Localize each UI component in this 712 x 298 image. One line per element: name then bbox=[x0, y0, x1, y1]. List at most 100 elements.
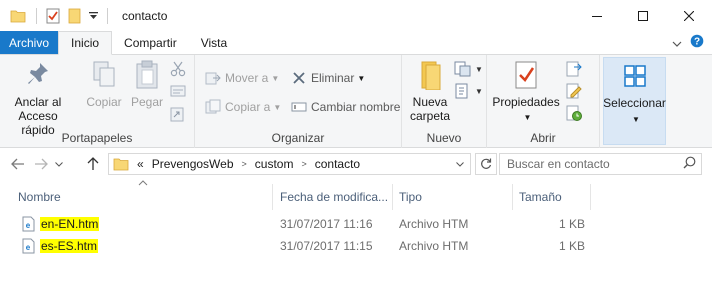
ribbon-tabs: Archivo Inicio Compartir Vista ? bbox=[0, 31, 712, 55]
minimize-button[interactable] bbox=[574, 0, 620, 32]
group-organizar: Mover a ▼ Copiar a ▼ Eliminar ▼ Cambiar … bbox=[195, 55, 402, 148]
address-bar[interactable]: « PrevengosWeb > custom > contacto bbox=[108, 153, 471, 175]
paste-icon bbox=[131, 59, 163, 91]
tab-compartir[interactable]: Compartir bbox=[112, 31, 189, 54]
group-label-organizar: Organizar bbox=[271, 131, 325, 145]
new-folder-button[interactable]: Nueva carpeta bbox=[408, 59, 452, 123]
breadcrumb-overflow[interactable]: « bbox=[137, 157, 144, 171]
open-icon[interactable] bbox=[565, 61, 583, 80]
copy-path-icon[interactable] bbox=[170, 84, 188, 102]
paste-label: Pegar bbox=[130, 95, 164, 109]
column-header-nombre[interactable]: Nombre bbox=[18, 184, 61, 210]
back-button[interactable] bbox=[7, 153, 29, 175]
quick-access-toolbar bbox=[0, 0, 114, 32]
html-file-icon: e bbox=[21, 216, 35, 232]
help-icon[interactable]: ? bbox=[690, 34, 704, 51]
folder-icon[interactable] bbox=[8, 6, 28, 26]
paste-button[interactable]: Pegar bbox=[128, 59, 166, 109]
breadcrumb-custom[interactable]: custom bbox=[255, 157, 294, 171]
pin-quick-access-button[interactable]: Anclar al Acceso rápido bbox=[6, 59, 70, 137]
properties-button[interactable]: Propiedades ▼ bbox=[492, 59, 560, 125]
refresh-icon bbox=[481, 158, 492, 169]
chevron-down-icon: ▼ bbox=[357, 73, 366, 83]
chevron-down-icon: ▼ bbox=[271, 73, 280, 83]
file-name: en-EN.htm bbox=[40, 217, 100, 231]
search-box[interactable]: Buscar en contacto bbox=[499, 153, 702, 175]
group-seleccionar[interactable]: Seleccionar ▼ bbox=[603, 57, 666, 145]
select-grid-icon bbox=[619, 60, 651, 92]
file-date: 31/07/2017 11:16 bbox=[280, 217, 373, 231]
copy-label: Copiar bbox=[86, 95, 122, 109]
delete-label: Eliminar bbox=[311, 71, 355, 85]
select-label: Seleccionar bbox=[603, 96, 666, 110]
history-icon[interactable] bbox=[565, 105, 583, 124]
copy-to-icon bbox=[204, 98, 222, 116]
delete-button[interactable]: Eliminar ▼ bbox=[290, 67, 365, 89]
properties-icon[interactable] bbox=[43, 6, 63, 26]
group-label-abrir: Abrir bbox=[530, 131, 556, 145]
search-icon bbox=[683, 156, 696, 172]
html-file-icon: e bbox=[21, 238, 35, 254]
rename-icon bbox=[290, 98, 308, 116]
chevron-down-icon: ▼ bbox=[632, 115, 640, 124]
maximize-button[interactable] bbox=[620, 0, 666, 32]
divider bbox=[392, 184, 393, 210]
cut-icon[interactable] bbox=[170, 61, 188, 79]
new-item-icon[interactable]: ▼ bbox=[454, 61, 483, 77]
chevron-right-icon[interactable]: > bbox=[242, 159, 247, 169]
tab-inicio[interactable]: Inicio bbox=[58, 31, 113, 55]
table-row[interactable]: e en-EN.htm 31/07/2017 11:16 Archivo HTM… bbox=[0, 213, 712, 235]
divider bbox=[590, 184, 591, 210]
search-input[interactable]: Buscar en contacto bbox=[507, 157, 610, 171]
refresh-button[interactable] bbox=[475, 153, 497, 175]
file-type: Archivo HTM bbox=[399, 239, 469, 253]
properties-label: Propiedades bbox=[492, 95, 560, 109]
file-type: Archivo HTM bbox=[399, 217, 469, 231]
copy-to-label: Copiar a bbox=[225, 100, 271, 114]
column-header-tamano[interactable]: Tamaño bbox=[519, 184, 562, 210]
group-portapapeles: Anclar al Acceso rápido Copiar Pegar Por… bbox=[0, 55, 195, 148]
up-button[interactable] bbox=[82, 153, 104, 175]
column-header-tipo[interactable]: Tipo bbox=[399, 184, 422, 210]
group-nuevo: Nueva carpeta ▼ ▼ Nuevo bbox=[402, 55, 487, 148]
select-button[interactable]: Seleccionar ▼ bbox=[603, 60, 666, 127]
copy-button[interactable]: Copiar bbox=[84, 59, 124, 109]
window-title: contacto bbox=[122, 9, 168, 23]
tab-vista[interactable]: Vista bbox=[189, 31, 239, 54]
chevron-down-icon[interactable] bbox=[450, 159, 470, 169]
svg-text:?: ? bbox=[694, 37, 700, 48]
divider bbox=[107, 8, 108, 24]
forward-button[interactable] bbox=[30, 153, 52, 175]
recent-locations-button[interactable] bbox=[52, 153, 66, 175]
copy-to-button[interactable]: Copiar a ▼ bbox=[204, 96, 281, 118]
chevron-down-icon[interactable] bbox=[672, 36, 682, 50]
breadcrumb-contacto[interactable]: contacto bbox=[315, 157, 360, 171]
rename-button[interactable]: Cambiar nombre bbox=[290, 96, 400, 118]
table-row[interactable]: e es-ES.htm 31/07/2017 11:15 Archivo HTM… bbox=[0, 235, 712, 257]
navigation-bar: « PrevengosWeb > custom > contacto Busca… bbox=[0, 148, 712, 179]
paste-shortcut-icon[interactable] bbox=[170, 106, 188, 124]
file-list: Nombre Fecha de modifica... Tipo Tamaño … bbox=[0, 179, 712, 298]
chevron-down-icon: ▼ bbox=[523, 113, 532, 122]
file-size: 1 KB bbox=[558, 239, 585, 253]
chevron-right-icon[interactable]: > bbox=[301, 159, 306, 169]
customize-qat-icon[interactable] bbox=[87, 6, 99, 26]
file-name-cell: e en-EN.htm bbox=[21, 213, 100, 235]
group-label-nuevo: Nuevo bbox=[426, 131, 462, 145]
file-name: es-ES.htm bbox=[40, 239, 99, 253]
close-button[interactable] bbox=[666, 0, 712, 32]
breadcrumb-prevengosweb[interactable]: PrevengosWeb bbox=[152, 157, 234, 171]
title-bar: contacto bbox=[0, 0, 712, 32]
ribbon-right-controls: ? bbox=[672, 31, 712, 54]
new-folder-icon[interactable] bbox=[65, 6, 85, 26]
edit-icon[interactable] bbox=[565, 83, 583, 102]
move-to-button[interactable]: Mover a ▼ bbox=[204, 67, 279, 89]
easy-access-icon[interactable]: ▼ bbox=[454, 83, 483, 99]
file-size: 1 KB bbox=[558, 217, 585, 231]
properties-icon bbox=[510, 59, 542, 91]
tab-archivo[interactable]: Archivo bbox=[0, 31, 59, 54]
group-label-portapapeles: Portapapeles bbox=[61, 131, 133, 145]
ribbon-body: Anclar al Acceso rápido Copiar Pegar Por… bbox=[0, 55, 712, 148]
column-header-fecha[interactable]: Fecha de modifica... bbox=[280, 184, 388, 210]
move-label: Mover a bbox=[225, 71, 269, 85]
